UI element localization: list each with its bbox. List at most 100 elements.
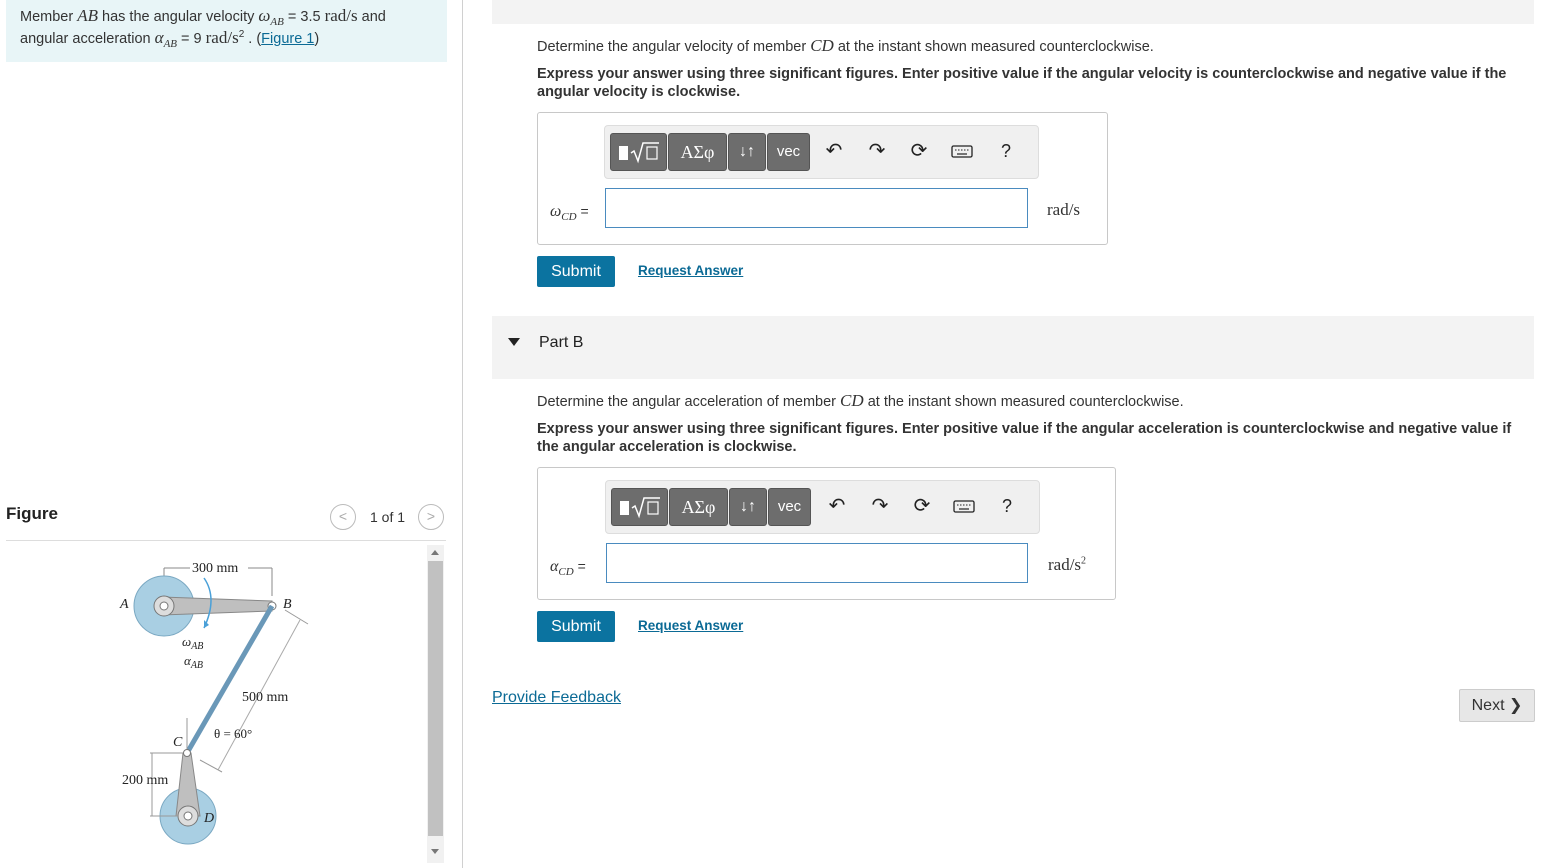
problem-text: has the angular velocity bbox=[98, 9, 259, 25]
label-a: A bbox=[119, 597, 129, 612]
redo-icon[interactable]: ↷ bbox=[866, 139, 888, 163]
dim-ext-b bbox=[284, 609, 309, 625]
vector-button[interactable]: vec bbox=[767, 133, 810, 171]
alpha-cd-input[interactable] bbox=[606, 543, 1028, 583]
undo-icon[interactable]: ↶ bbox=[826, 494, 848, 518]
unit-text: rad/s bbox=[1048, 555, 1082, 574]
help-icon[interactable]: ? bbox=[995, 139, 1017, 163]
reset-icon[interactable]: ⟳ bbox=[908, 139, 930, 163]
part-a-question: Determine the angular velocity of member… bbox=[537, 36, 1154, 56]
link-ab bbox=[161, 596, 273, 616]
alpha-cd-label: αCD = bbox=[550, 558, 586, 578]
member-cd-symbol: CD bbox=[840, 391, 864, 410]
reset-icon[interactable]: ⟳ bbox=[911, 494, 933, 518]
provide-feedback-link[interactable]: Provide Feedback bbox=[492, 689, 621, 707]
part-a-header bbox=[492, 0, 1534, 24]
omega-subscript: AB bbox=[270, 16, 284, 28]
problem-statement: Member AB has the angular velocity ωAB =… bbox=[6, 0, 447, 62]
figure-scrollbar[interactable] bbox=[427, 545, 444, 863]
member-ab-symbol: AB bbox=[77, 6, 98, 25]
part-b-question: Determine the angular acceleration of me… bbox=[537, 391, 1184, 411]
var-subscript: CD bbox=[558, 566, 574, 578]
part-a-instructions: Express your answer using three signific… bbox=[537, 66, 1507, 100]
figure-divider bbox=[6, 540, 446, 541]
question-text: Determine the angular acceleration of me… bbox=[537, 394, 841, 410]
figure-title: Figure bbox=[6, 504, 58, 523]
collapse-chevron-icon[interactable] bbox=[508, 338, 520, 347]
part-b-request-answer-link[interactable]: Request Answer bbox=[638, 618, 743, 633]
omega-label: ω bbox=[182, 634, 191, 649]
alpha-ab-label: αAB bbox=[184, 653, 203, 671]
templates-glyph bbox=[619, 142, 659, 164]
var-subscript: CD bbox=[561, 211, 577, 223]
label-b: B bbox=[283, 597, 292, 612]
problem-line-2: angular acceleration αAB = 9 rad/s2 . (F… bbox=[20, 28, 319, 50]
pin-a bbox=[159, 601, 169, 611]
undo-icon[interactable]: ↶ bbox=[823, 139, 845, 163]
keyboard-glyph bbox=[951, 145, 973, 158]
question-text: at the instant shown measured counterclo… bbox=[833, 39, 1154, 55]
problem-text: Member bbox=[20, 9, 78, 25]
problem-text: ) bbox=[314, 31, 320, 47]
omega-unit: rad/s bbox=[324, 6, 358, 25]
figure-count: 1 of 1 bbox=[370, 509, 406, 525]
alpha-label-sub: AB bbox=[190, 660, 203, 671]
keyboard-icon[interactable] bbox=[953, 494, 975, 518]
subscript-superscript-button[interactable]: ↓↑ bbox=[728, 133, 766, 171]
part-b-title: Part B bbox=[539, 334, 584, 351]
dim-500-label: 500 mm bbox=[242, 690, 288, 705]
part-a-submit-button[interactable]: Submit bbox=[537, 256, 615, 287]
next-figure-button[interactable]: > bbox=[418, 504, 444, 530]
part-b-submit-button[interactable]: Submit bbox=[537, 611, 615, 642]
pin-c bbox=[183, 749, 191, 757]
problem-line-1: Member AB has the angular velocity ωAB =… bbox=[20, 6, 386, 28]
templates-glyph bbox=[620, 497, 660, 519]
templates-icon[interactable] bbox=[611, 488, 668, 526]
panel-divider bbox=[462, 0, 463, 868]
chevron-right-icon: ❯ bbox=[1508, 697, 1523, 714]
part-b-math-toolbar: ΑΣφ ↓↑ vec ↶ ↷ ⟳ ? bbox=[605, 480, 1040, 534]
theta-label: θ = 60° bbox=[214, 726, 252, 741]
alpha-cd-unit: rad/s2 bbox=[1048, 555, 1086, 575]
omega-cd-unit: rad/s bbox=[1047, 200, 1081, 219]
part-b-header[interactable]: Part B bbox=[492, 316, 1534, 379]
next-label: Next bbox=[1471, 697, 1505, 714]
prev-figure-button[interactable]: < bbox=[330, 504, 356, 530]
part-a-answer-box: ΑΣφ ↓↑ vec ↶ ↷ ⟳ ? ωCD = rad/s bbox=[537, 112, 1108, 245]
omega-cd-input[interactable] bbox=[605, 188, 1028, 228]
problem-text: and bbox=[357, 9, 386, 25]
part-b-answer-box: ΑΣφ ↓↑ vec ↶ ↷ ⟳ ? αCD = rad/s2 bbox=[537, 467, 1116, 600]
problem-text: . ( bbox=[244, 31, 262, 47]
omega-cd-label: ωCD = bbox=[550, 203, 589, 223]
var-symbol: ω bbox=[550, 203, 562, 220]
equals-sign: = bbox=[573, 558, 586, 574]
help-icon[interactable]: ? bbox=[996, 494, 1018, 518]
scroll-down-icon[interactable] bbox=[431, 849, 439, 854]
alpha-symbol: α bbox=[154, 28, 164, 47]
keyboard-icon[interactable] bbox=[951, 139, 973, 163]
figure-link[interactable]: Figure 1 bbox=[261, 31, 314, 47]
scroll-thumb[interactable] bbox=[428, 561, 443, 836]
alpha-subscript: AB bbox=[163, 38, 178, 50]
figure-pager: < 1 of 1 > bbox=[330, 504, 446, 530]
omega-symbol: ω bbox=[258, 6, 271, 25]
unit-exponent: 2 bbox=[1081, 555, 1087, 567]
pin-d bbox=[183, 811, 193, 821]
redo-icon[interactable]: ↷ bbox=[869, 494, 891, 518]
label-c: C bbox=[173, 735, 183, 750]
scroll-up-icon[interactable] bbox=[431, 550, 439, 555]
part-a-request-answer-link[interactable]: Request Answer bbox=[638, 263, 743, 278]
dim-300-label: 300 mm bbox=[192, 561, 238, 576]
omega-label-sub: AB bbox=[190, 641, 203, 652]
vector-button[interactable]: vec bbox=[768, 488, 811, 526]
keyboard-glyph bbox=[953, 500, 975, 513]
templates-icon[interactable] bbox=[610, 133, 667, 171]
equals-sign: = bbox=[576, 203, 589, 219]
greek-symbols-button[interactable]: ΑΣφ bbox=[668, 133, 727, 171]
next-button[interactable]: Next ❯ bbox=[1459, 689, 1535, 722]
subscript-superscript-button[interactable]: ↓↑ bbox=[729, 488, 767, 526]
greek-symbols-button[interactable]: ΑΣφ bbox=[669, 488, 728, 526]
omega-ab-label: ωAB bbox=[182, 634, 203, 652]
problem-text: angular acceleration bbox=[20, 31, 155, 47]
question-text: at the instant shown measured counterclo… bbox=[863, 394, 1184, 410]
